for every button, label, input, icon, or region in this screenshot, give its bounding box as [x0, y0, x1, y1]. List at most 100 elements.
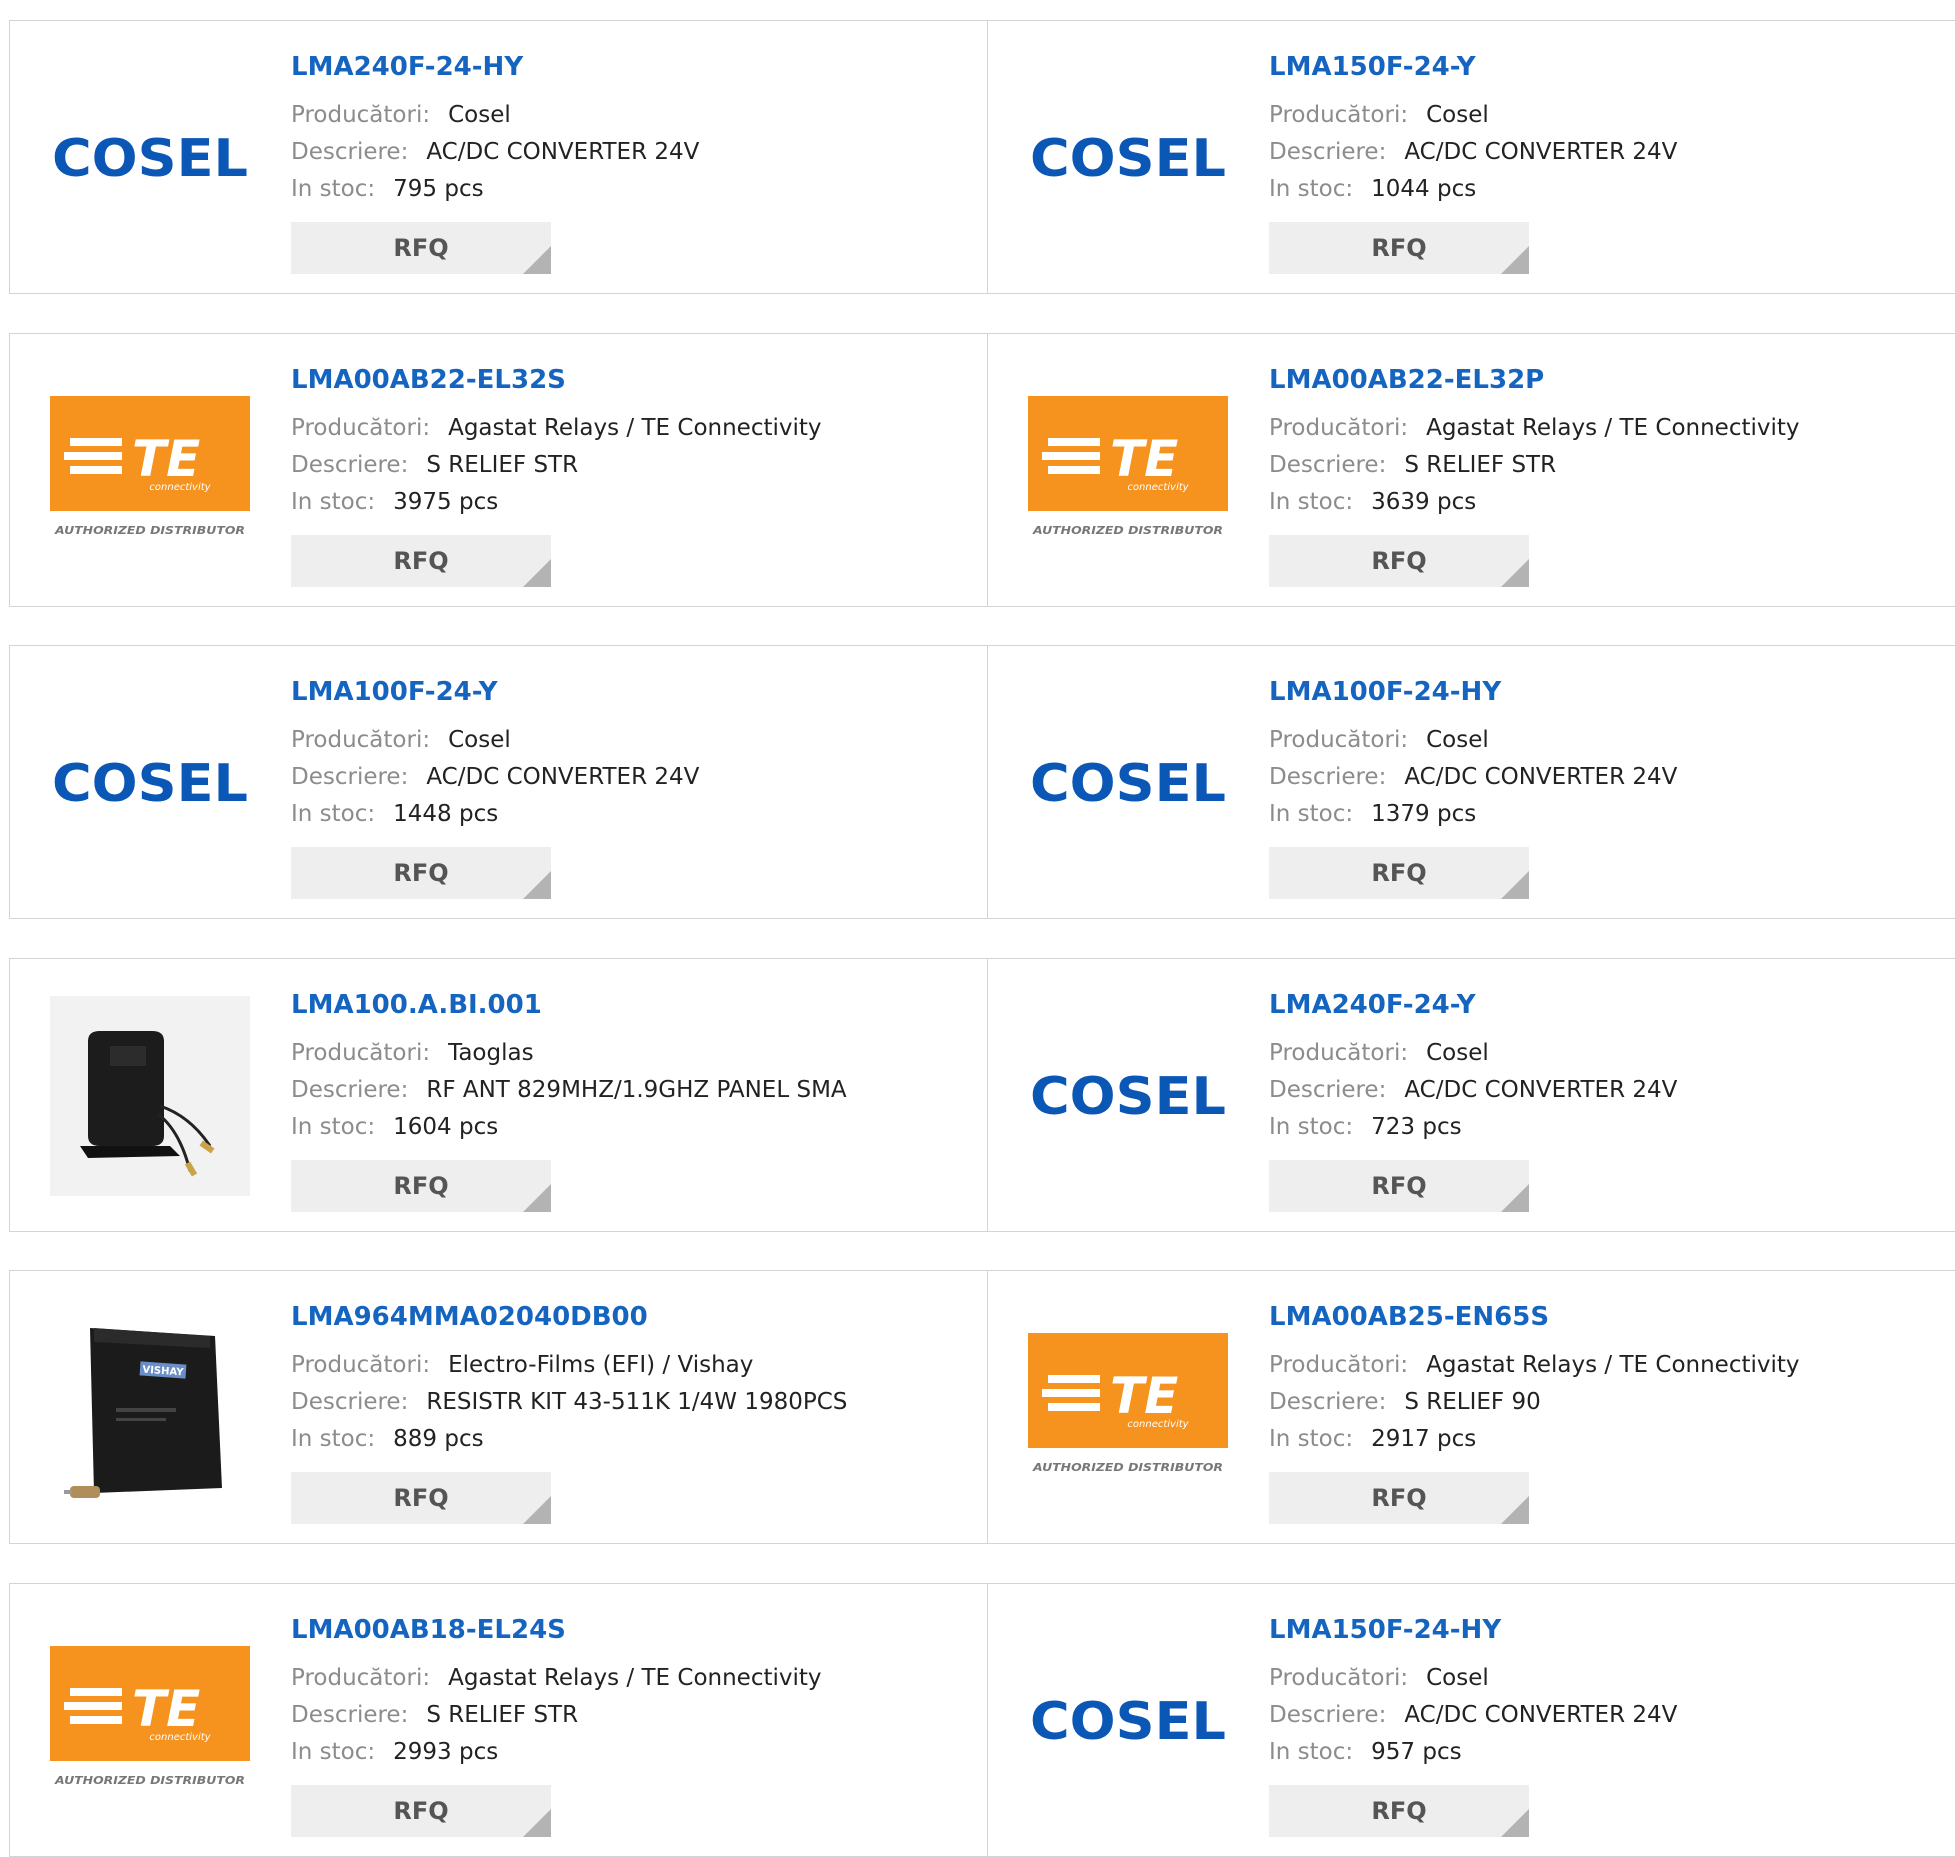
stock-line: In stoc: 3639 pcs — [1269, 487, 1476, 517]
cosel-logo[interactable]: COSEL — [1028, 58, 1228, 258]
resistor-kit-product-image[interactable]: VISHAY — [50, 1308, 250, 1508]
rfq-button[interactable]: RFQ — [1269, 1785, 1529, 1837]
cosel-logo[interactable]: COSEL — [1028, 683, 1228, 883]
part-number-link[interactable]: LMA00AB18-EL24S — [291, 1615, 566, 1645]
stock-label: In stoc: — [291, 1426, 376, 1452]
product-card: TE connectivity AUTHORIZED DISTRIBUTOR L… — [988, 1271, 1955, 1543]
manufacturer-value: Cosel — [1426, 1040, 1489, 1066]
stock-label: In stoc: — [1269, 489, 1354, 515]
product-row: TE connectivity AUTHORIZED DISTRIBUTOR L… — [9, 1583, 1955, 1857]
part-number-link[interactable]: LMA00AB22-EL32S — [291, 365, 566, 395]
svg-text:AUTHORIZED DISTRIBUTOR: AUTHORIZED DISTRIBUTOR — [1032, 524, 1223, 537]
stock-value: 1604 pcs — [393, 1114, 499, 1140]
cosel-logo[interactable]: COSEL — [50, 58, 250, 258]
svg-text:TE: TE — [1110, 1367, 1178, 1425]
manufacturer-value: Cosel — [1426, 727, 1489, 753]
antenna-product-image[interactable] — [50, 996, 250, 1196]
rfq-label: RFQ — [1371, 859, 1427, 887]
manufacturer-line: Producători: Agastat Relays / TE Connecti… — [291, 1663, 822, 1693]
description-line: Descriere: S RELIEF STR — [1269, 450, 1556, 480]
manufacturer-label: Producători: — [291, 102, 431, 128]
stock-label: In stoc: — [1269, 1114, 1354, 1140]
part-number-link[interactable]: LMA100.A.BI.001 — [291, 990, 542, 1020]
stock-value: 889 pcs — [393, 1426, 484, 1452]
description-value: RESISTR KIT 43-511K 1/4W 1980PCS — [426, 1389, 848, 1415]
description-label: Descriere: — [1269, 1702, 1387, 1728]
corner-triangle-icon — [1501, 871, 1529, 899]
stock-label: In stoc: — [1269, 1739, 1354, 1765]
product-card: COSEL LMA150F-24-Y Producători: Cosel Des… — [988, 21, 1955, 293]
product-row: LMA100.A.BI.001 Producători: Taoglas Desc… — [9, 958, 1955, 1232]
part-number-link[interactable]: LMA00AB25-EN65S — [1269, 1302, 1549, 1332]
product-card: COSEL LMA240F-24-HY Producători: Cosel De… — [10, 21, 988, 293]
rfq-button[interactable]: RFQ — [291, 847, 551, 899]
rfq-button[interactable]: RFQ — [1269, 847, 1529, 899]
stock-value: 2993 pcs — [393, 1739, 499, 1765]
manufacturer-value: Agastat Relays / TE Connectivity — [448, 1665, 822, 1691]
cosel-logo[interactable]: COSEL — [50, 683, 250, 883]
svg-text:AUTHORIZED DISTRIBUTOR: AUTHORIZED DISTRIBUTOR — [54, 1774, 245, 1787]
rfq-label: RFQ — [393, 1484, 449, 1512]
cosel-logo[interactable]: COSEL — [1028, 996, 1228, 1196]
te-connectivity-logo[interactable]: TE connectivity AUTHORIZED DISTRIBUTOR — [1028, 1308, 1228, 1508]
part-number-link[interactable]: LMA964MMA02040DB00 — [291, 1302, 648, 1332]
part-number-link[interactable]: LMA150F-24-Y — [1269, 52, 1476, 82]
part-number-link[interactable]: LMA150F-24-HY — [1269, 1615, 1501, 1645]
rfq-label: RFQ — [1371, 234, 1427, 262]
manufacturer-line: Producători: Cosel — [1269, 100, 1489, 130]
svg-text:connectivity: connectivity — [149, 482, 211, 493]
product-card: TE connectivity AUTHORIZED DISTRIBUTOR L… — [988, 334, 1955, 606]
rfq-button[interactable]: RFQ — [1269, 222, 1529, 274]
manufacturer-line: Producători: Agastat Relays / TE Connecti… — [1269, 1350, 1800, 1380]
stock-value: 3975 pcs — [393, 489, 499, 515]
description-value: RF ANT 829MHZ/1.9GHZ PANEL SMA — [426, 1077, 847, 1103]
svg-text:TE: TE — [132, 430, 200, 488]
part-number-link[interactable]: LMA100F-24-Y — [291, 677, 498, 707]
description-line: Descriere: AC/DC CONVERTER 24V — [1269, 762, 1677, 792]
description-label: Descriere: — [291, 1389, 409, 1415]
rfq-button[interactable]: RFQ — [291, 1785, 551, 1837]
rfq-button[interactable]: RFQ — [1269, 535, 1529, 587]
manufacturer-line: Producători: Agastat Relays / TE Connecti… — [291, 413, 822, 443]
description-label: Descriere: — [1269, 452, 1387, 478]
te-connectivity-logo[interactable]: TE connectivity AUTHORIZED DISTRIBUTOR — [50, 1621, 250, 1821]
te-connectivity-logo[interactable]: TE connectivity AUTHORIZED DISTRIBUTOR — [1028, 371, 1228, 571]
rfq-button[interactable]: RFQ — [291, 1160, 551, 1212]
manufacturer-line: Producători: Cosel — [1269, 1663, 1489, 1693]
description-label: Descriere: — [291, 1702, 409, 1728]
svg-text:AUTHORIZED DISTRIBUTOR: AUTHORIZED DISTRIBUTOR — [54, 524, 245, 537]
part-number-link[interactable]: LMA240F-24-Y — [1269, 990, 1476, 1020]
description-line: Descriere: S RELIEF STR — [291, 1700, 578, 1730]
part-number-link[interactable]: LMA00AB22-EL32P — [1269, 365, 1544, 395]
manufacturer-label: Producători: — [291, 727, 431, 753]
svg-text:TE: TE — [1110, 430, 1178, 488]
te-connectivity-logo[interactable]: TE connectivity AUTHORIZED DISTRIBUTOR — [50, 371, 250, 571]
svg-text:COSEL: COSEL — [1030, 129, 1226, 188]
rfq-button[interactable]: RFQ — [1269, 1160, 1529, 1212]
description-label: Descriere: — [1269, 1077, 1387, 1103]
description-line: Descriere: AC/DC CONVERTER 24V — [1269, 1700, 1677, 1730]
part-number-link[interactable]: LMA240F-24-HY — [291, 52, 523, 82]
rfq-button[interactable]: RFQ — [291, 1472, 551, 1524]
description-line: Descriere: S RELIEF STR — [291, 450, 578, 480]
product-row: VISHAY LMA964MMA02040DB00 Producători: El… — [9, 1270, 1955, 1544]
manufacturer-line: Producători: Cosel — [291, 725, 511, 755]
rfq-button[interactable]: RFQ — [291, 222, 551, 274]
stock-line: In stoc: 795 pcs — [291, 174, 484, 204]
manufacturer-label: Producători: — [291, 415, 431, 441]
manufacturer-line: Producători: Electro-Films (EFI) / Vishay — [291, 1350, 753, 1380]
stock-line: In stoc: 1044 pcs — [1269, 174, 1476, 204]
description-line: Descriere: RESISTR KIT 43-511K 1/4W 1980P… — [291, 1387, 847, 1417]
part-number-link[interactable]: LMA100F-24-HY — [1269, 677, 1501, 707]
stock-value: 3639 pcs — [1371, 489, 1477, 515]
description-value: S RELIEF STR — [1404, 452, 1557, 478]
rfq-button[interactable]: RFQ — [291, 535, 551, 587]
cosel-logo[interactable]: COSEL — [1028, 1621, 1228, 1821]
manufacturer-value: Cosel — [1426, 1665, 1489, 1691]
rfq-button[interactable]: RFQ — [1269, 1472, 1529, 1524]
rfq-label: RFQ — [1371, 1484, 1427, 1512]
rfq-label: RFQ — [393, 859, 449, 887]
description-value: AC/DC CONVERTER 24V — [1404, 139, 1678, 165]
stock-line: In stoc: 1604 pcs — [291, 1112, 498, 1142]
description-line: Descriere: AC/DC CONVERTER 24V — [1269, 137, 1677, 167]
